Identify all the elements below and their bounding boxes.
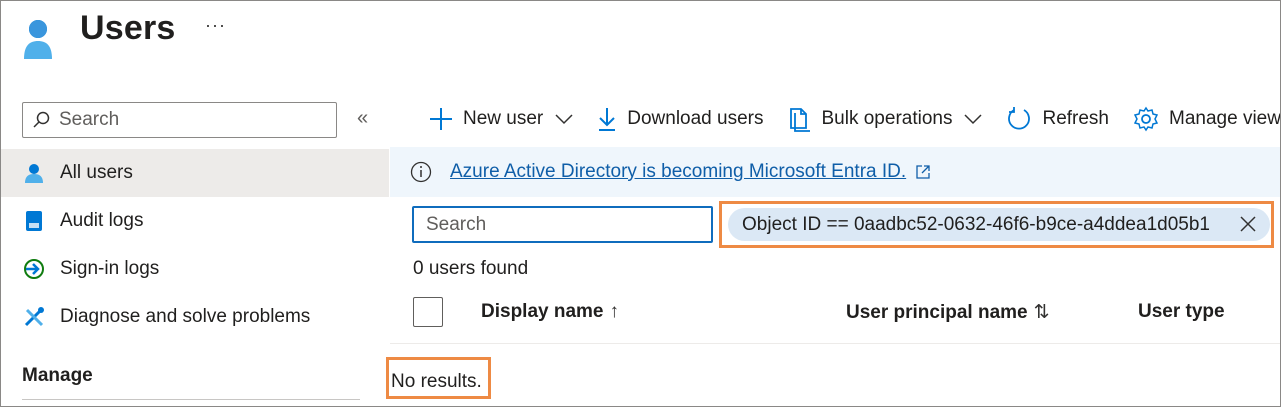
column-header-label: User type (1138, 301, 1225, 322)
plus-icon (430, 108, 452, 130)
users-search-box[interactable] (412, 206, 713, 243)
refresh-button[interactable]: Refresh (1006, 106, 1109, 132)
sort-icon: ⇅ (1033, 302, 1050, 323)
more-options-button[interactable]: ··· (205, 15, 226, 36)
user-icon (22, 161, 46, 185)
nav-divider (22, 399, 360, 400)
command-bar: New user Download users Bulk operations (429, 99, 1281, 139)
sort-ascending-icon: ↑ (609, 301, 620, 322)
sidebar-item-audit-logs[interactable]: Audit logs (1, 197, 389, 245)
nav-section-manage: Manage (22, 365, 93, 386)
close-icon[interactable] (1238, 214, 1258, 234)
column-header-user-type[interactable]: User type (1138, 301, 1225, 323)
sidebar-item-label: Audit logs (60, 210, 144, 231)
sidebar-item-all-users[interactable]: All users (1, 149, 389, 197)
external-link-icon[interactable] (916, 165, 930, 179)
chevron-down-icon (964, 114, 982, 125)
info-banner: Azure Active Directory is becoming Micro… (390, 147, 1280, 197)
refresh-label: Refresh (1042, 108, 1109, 129)
results-count: 0 users found (413, 258, 529, 279)
column-header-user-principal-name[interactable]: User principal name ⇅ (846, 301, 1050, 324)
new-user-label: New user (463, 108, 544, 129)
select-all-checkbox[interactable] (413, 297, 443, 327)
sidebar-item-label: All users (60, 162, 133, 183)
entra-rename-link[interactable]: Azure Active Directory is becoming Micro… (450, 161, 906, 183)
sidebar-item-sign-in-logs[interactable]: Sign-in logs (1, 245, 389, 293)
refresh-icon (1008, 107, 1031, 130)
filter-pill[interactable]: Object ID == 0aadbc52-0632-46f6-b9ce-a4d… (728, 208, 1270, 241)
wrench-icon (22, 305, 46, 329)
table-header-divider (390, 343, 1280, 344)
no-results-message: No results. (391, 371, 482, 392)
collapse-nav-button[interactable]: « (357, 107, 368, 130)
download-icon (599, 108, 616, 131)
download-users-label: Download users (627, 108, 764, 129)
nav-search-box[interactable] (22, 102, 337, 138)
nav-search-input[interactable] (59, 109, 329, 131)
sidebar-item-label: Diagnose and solve problems (60, 306, 311, 327)
sidebar-item-diagnose[interactable]: Diagnose and solve problems (1, 293, 389, 341)
manage-view-button[interactable]: Manage view (1133, 106, 1281, 132)
column-header-label: User principal name (846, 302, 1028, 323)
gear-icon (1133, 106, 1159, 132)
filter-pill-text: Object ID == 0aadbc52-0632-46f6-b9ce-a4d… (742, 213, 1210, 235)
chevron-down-icon (555, 114, 573, 125)
column-header-label: Display name (481, 301, 604, 322)
manage-view-label: Manage view (1169, 108, 1281, 129)
users-search-input[interactable] (426, 213, 696, 236)
audit-log-icon (22, 209, 46, 233)
sign-in-icon (22, 257, 46, 281)
search-icon (33, 111, 50, 128)
users-page: Users ··· « All users Audit logs (0, 0, 1281, 407)
bulk-operations-label: Bulk operations (821, 108, 953, 129)
column-header-display-name[interactable]: Display name ↑ (481, 301, 619, 323)
info-icon (410, 161, 432, 183)
download-users-button[interactable]: Download users (597, 107, 764, 131)
sidebar-item-label: Sign-in logs (60, 258, 160, 279)
bulk-operations-button[interactable]: Bulk operations (788, 106, 983, 132)
user-icon (24, 20, 52, 59)
bulk-operations-icon (789, 108, 810, 132)
new-user-button[interactable]: New user (429, 107, 573, 131)
page-title: Users (80, 9, 176, 47)
